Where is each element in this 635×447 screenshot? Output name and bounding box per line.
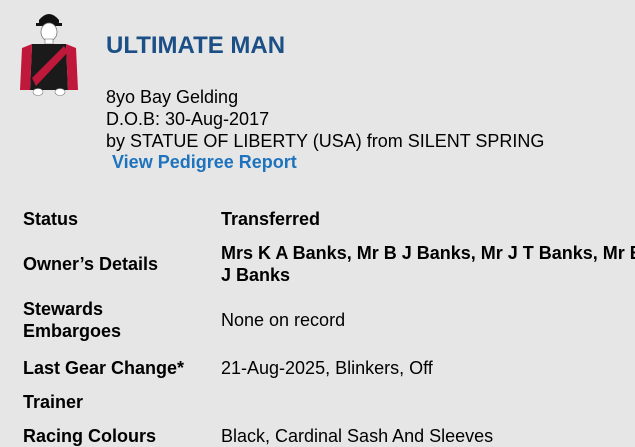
horse-age-sex: 8yo Bay Gelding xyxy=(106,87,239,107)
horse-dob: D.O.B: 30-Aug-2017 xyxy=(106,109,270,129)
view-pedigree-link[interactable]: View Pedigree Report xyxy=(112,151,297,173)
horse-name: ULTIMATE MAN xyxy=(106,32,286,59)
owner-value: Mrs K A Banks, Mr B J Banks, Mr J T Bank… xyxy=(221,243,635,285)
gear-label: Last Gear Change* xyxy=(23,358,185,378)
horse-breeding: by STATUE OF LIBERTY (USA) from SILENT S… xyxy=(106,131,545,151)
stewards-label: Stewards Embargoes xyxy=(23,299,122,341)
stewards-value: None on record xyxy=(221,310,346,330)
owner-label: Owner’s Details xyxy=(23,254,159,274)
gear-value: 21-Aug-2025, Blinkers, Off xyxy=(221,358,433,378)
status-label: Status xyxy=(23,209,79,229)
status-value: Transferred xyxy=(221,209,321,229)
trainer-label: Trainer xyxy=(23,392,84,412)
jockey-silks-icon xyxy=(18,8,80,98)
